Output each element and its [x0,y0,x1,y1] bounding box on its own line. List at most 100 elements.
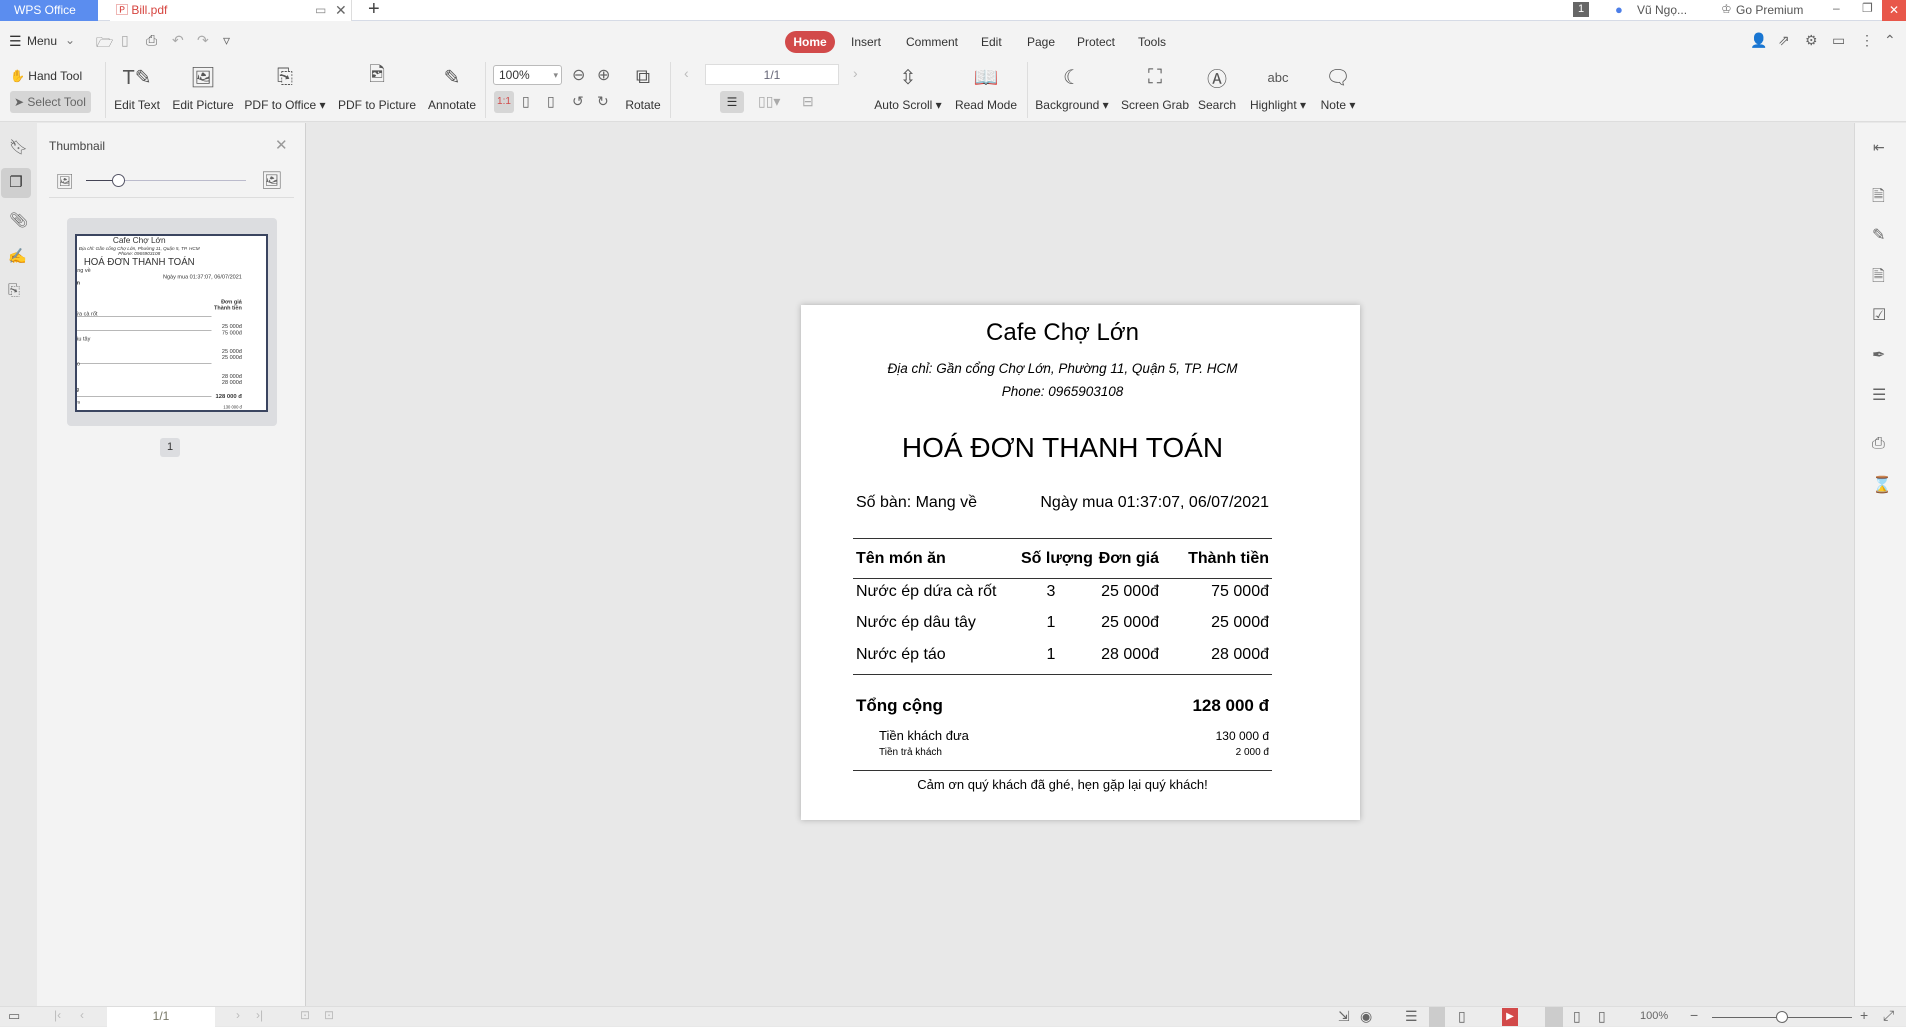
single-page-icon[interactable]: ☰ [720,91,744,113]
minimize-button[interactable]: – [1833,1,1840,15]
thumbnail-icon[interactable]: ❐ [1,168,31,198]
form-icon[interactable]: ☑ [1872,305,1886,325]
auto-scroll-button[interactable]: ⇳Auto Scroll ▾ [872,62,944,112]
toggle-panel-icon[interactable]: ▭ [8,1008,20,1024]
zoom-slider[interactable] [1712,1017,1852,1018]
window-badge[interactable]: 1 [1573,2,1589,17]
collapse-right-icon[interactable]: ⇤ [1873,139,1885,156]
fit-icon[interactable]: ⇲ [1338,1008,1350,1025]
hamburger-icon[interactable]: ☰ [9,33,22,50]
screen-grab-button[interactable]: ⛶Screen Grab [1118,62,1192,112]
last-page-icon[interactable]: ›| [256,1008,263,1022]
pdf-to-office-button[interactable]: ⎘PDF to Office ▾ [244,62,326,112]
add-doc-icon[interactable]: 🗎 [1872,185,1885,212]
prev-view-icon[interactable]: ⊡ [300,1008,310,1022]
redo-icon[interactable]: ↷ [197,32,209,49]
tab-comment[interactable]: Comment [906,35,958,49]
fullscreen-icon[interactable]: ⤢ [1883,1007,1894,1024]
tab-edit[interactable]: Edit [981,35,1002,49]
zoom-select[interactable]: 100%▾ [493,65,562,85]
chevron-down-icon[interactable]: ⌄ [65,33,75,47]
fit-page-icon[interactable]: ▯ [522,93,530,110]
background-button[interactable]: ☾Background ▾ [1034,62,1110,112]
tab-home[interactable]: Home [785,31,835,53]
go-premium-link[interactable]: Go Premium [1736,3,1803,17]
rotate-right-icon[interactable]: ↻ [597,93,609,110]
status-zoom[interactable]: 100% [1640,1010,1668,1022]
close-tab-icon[interactable]: ✕ [335,0,347,20]
settings-icon[interactable]: ⚙ [1805,32,1818,49]
close-window-button[interactable]: ✕ [1882,0,1906,21]
open-icon[interactable]: 🗁 [96,32,113,56]
pdf-to-picture-button[interactable]: 🖻PDF to Picture [334,62,420,112]
zoom-in-icon[interactable]: + [1860,1007,1868,1023]
thumbnail-size-slider[interactable] [86,180,246,181]
next-page-icon[interactable]: › [236,1008,240,1022]
edit-text-button[interactable]: T✎Edit Text [107,62,167,112]
two-page-icon[interactable]: ▯ [1458,1008,1466,1025]
small-image-icon[interactable]: 🖼︎ [56,173,74,190]
undo-icon[interactable]: ↶ [172,32,184,49]
play-icon[interactable]: ▶ [1502,1008,1518,1026]
fit-width-icon[interactable]: ▯ [1598,1008,1606,1025]
continuous-icon[interactable]: ☰ [1405,1008,1418,1025]
export-icon[interactable]: ⇗ [1778,32,1790,49]
export-doc-icon[interactable]: 🗎 [1872,265,1885,292]
read-mode-button[interactable]: 📖Read Mode [952,62,1020,112]
bookmark-icon[interactable]: 🔖︎ [9,138,28,156]
tab-insert[interactable]: Insert [851,35,881,49]
close-panel-icon[interactable]: ✕ [275,136,288,154]
single-page-icon[interactable] [1429,1007,1445,1027]
zoom-slider-handle[interactable] [1776,1011,1788,1023]
eye-icon[interactable]: ◉ [1360,1008,1372,1025]
highlight-button[interactable]: abcHighlight ▾ [1244,62,1312,112]
edit-doc-icon[interactable]: ✎ [1872,225,1885,245]
feedback-icon[interactable]: ▭ [1832,32,1845,49]
next-view-icon[interactable]: ⊡ [324,1008,334,1022]
slider-handle[interactable] [112,174,125,187]
previous-page-icon[interactable]: ‹ [80,1008,84,1022]
edit-picture-button[interactable]: 🖼Edit Picture [168,62,238,112]
zoom-out-icon[interactable]: − [1690,1007,1698,1023]
next-page-icon[interactable]: › [853,65,858,81]
fit-page-icon[interactable]: ▯ [1573,1008,1581,1025]
signature-icon[interactable]: ✍ [8,247,27,265]
more-icon[interactable]: ⋮ [1860,32,1874,49]
sign-icon[interactable]: ✒ [1872,345,1885,365]
page-number-input[interactable]: 1/1 [705,64,839,85]
note-button[interactable]: 🗨Note ▾ [1316,62,1360,112]
fit-width-icon[interactable]: ▯ [547,93,555,110]
previous-page-icon[interactable]: ‹ [684,65,689,81]
tab-tools[interactable]: Tools [1138,35,1166,49]
continuous-icon[interactable]: ⊟ [802,93,814,110]
rotate-left-icon[interactable]: ↺ [572,93,584,110]
new-tab-button[interactable]: + [368,0,380,21]
share-user-icon[interactable]: 👤 [1750,32,1767,49]
actual-size-icon[interactable]: 1:1 [494,91,514,113]
compress-icon[interactable]: ⌛ [1872,475,1892,495]
zoom-in-icon[interactable]: ⊕ [597,65,610,85]
collapse-ribbon-icon[interactable]: ⌃ [1884,32,1896,49]
restore-button[interactable]: ❐ [1862,1,1873,15]
hand-tool-button[interactable]: ✋ Hand Tool [10,65,90,87]
two-page-icon[interactable]: ▯▯▾ [758,93,780,110]
print-icon[interactable]: ⎙ [1872,435,1885,453]
document-tab[interactable]: 🄿 Bill.pdf ▭ ✕ [110,0,352,21]
large-image-icon[interactable]: 🖼︎ [261,171,283,191]
wps-office-tab[interactable]: WPS Office [0,0,98,21]
first-page-icon[interactable]: |‹ [54,1008,61,1022]
menu-button[interactable]: Menu [27,34,57,48]
print-icon[interactable]: ⎙ [146,32,157,49]
save-icon[interactable]: ▯ [121,32,129,49]
rotate-button[interactable]: ⧉Rotate [620,62,666,112]
user-name[interactable]: Vũ Ngọ... [1637,3,1687,17]
annotate-button[interactable]: ✎Annotate [422,62,482,112]
page-thumbnail[interactable]: Cafe Chợ Lớn Địa chỉ: Gần cổng Chợ Lớn, … [67,218,277,426]
customize-icon[interactable]: ▿ [223,32,230,49]
zoom-out-icon[interactable]: ⊖ [572,65,585,85]
tab-protect[interactable]: Protect [1077,35,1115,49]
select-tool-button[interactable]: ➤ Select Tool [10,91,91,113]
status-page-input[interactable]: 1/1 [107,1007,215,1027]
avatar[interactable]: ● [1615,2,1623,17]
tab-page[interactable]: Page [1027,35,1055,49]
